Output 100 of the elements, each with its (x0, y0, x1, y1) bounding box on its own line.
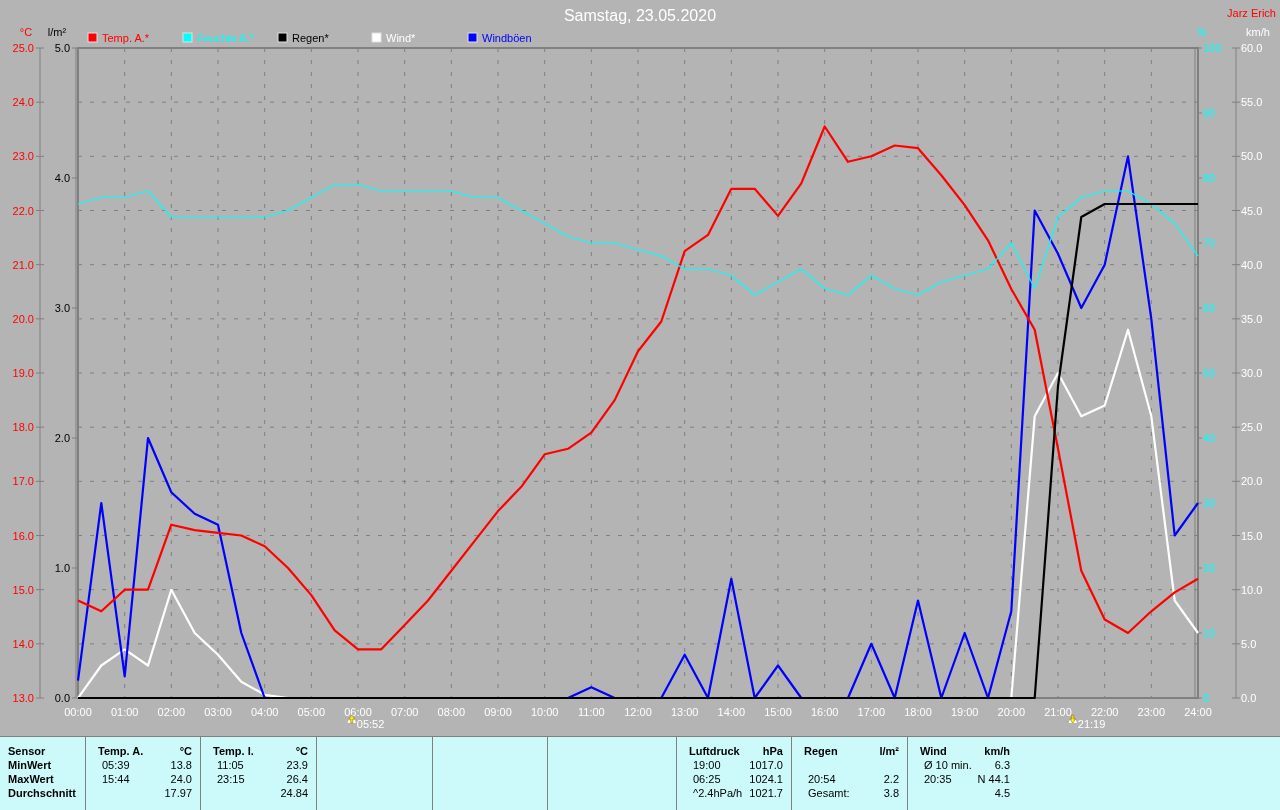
axis-tick-label: 4.0 (54, 172, 70, 184)
axis-tick-label: 25.0 (1241, 421, 1263, 434)
axis-tick-label: 50.0 (1241, 150, 1263, 163)
stat-value: 4.5 (994, 786, 1010, 800)
axis-tick-label: 40 (1203, 432, 1216, 444)
stat-time: 05:39 (101, 758, 130, 772)
x-tick-label: 05:00 (297, 706, 326, 718)
legend-label: Temp. A.* (102, 32, 150, 44)
stat-time: 15:44 (101, 772, 130, 786)
legend-label: Regen* (292, 32, 329, 44)
stat-value: 3.8 (883, 786, 899, 800)
x-tick-label: 19:00 (950, 706, 979, 718)
chart-title: Samstag, 23.05.2020 (563, 7, 717, 24)
row-label: MinWert (8, 758, 53, 772)
section-title: Temp. I. (213, 744, 254, 758)
axis-tick-label: 15.0 (1241, 529, 1263, 542)
stat-value: 24.84 (280, 786, 308, 800)
author-name: Jarz Erich (1227, 7, 1276, 19)
stat-time: 20:54 (807, 772, 836, 786)
x-tick-label: 10:00 (530, 706, 559, 718)
axis-tick-label: 20 (1203, 562, 1216, 574)
x-tick-label: 24:00 (1184, 706, 1212, 718)
section-unit: km/h (984, 744, 1010, 758)
axis-tick-label: 5.0 (54, 42, 70, 54)
stat-value: 17.97 (164, 786, 192, 800)
axis-tick-label: 17.0 (12, 475, 34, 488)
x-tick-label: 16:00 (810, 706, 839, 718)
x-tick-label: 04:00 (250, 706, 279, 718)
axis-tick-label: 55.0 (1241, 96, 1263, 109)
stat-time: ^2.4hPa/h (692, 786, 743, 800)
sunset-icon (1068, 714, 1077, 724)
x-tick-label: 20:00 (997, 706, 1026, 718)
x-tick-label: 13:00 (670, 706, 699, 718)
axis-unit: km/h (1246, 26, 1270, 38)
row-label: Sensor (8, 744, 47, 758)
x-tick-label: 23:00 (1137, 706, 1166, 718)
x-tick-label: 21:00 (1044, 706, 1072, 718)
axis-tick-label: 50 (1203, 367, 1216, 379)
axis-tick-label: 23.0 (12, 150, 34, 163)
axis-tick-label: 60.0 (1241, 42, 1263, 54)
x-tick-label: 15:00 (764, 706, 792, 718)
stat-time: Ø 10 min. (923, 758, 972, 772)
section-unit: °C (179, 744, 192, 758)
section-title: Luftdruck (689, 744, 740, 758)
axis-tick-label: 21.0 (12, 258, 34, 271)
x-tick-label: 14:00 (717, 706, 746, 718)
x-tick-label: 06:00 (344, 706, 372, 718)
stat-value: 2.2 (883, 772, 899, 786)
axis-tick-label: 10.0 (1241, 583, 1263, 596)
axis-tick-label: 60 (1203, 302, 1216, 314)
legend-label: Wind* (386, 32, 416, 44)
axis-tick-label: 5.0 (1241, 637, 1257, 650)
axis-unit: % (1197, 26, 1207, 38)
section-unit: l/m² (879, 744, 899, 758)
axis-tick-label: 22.0 (12, 204, 34, 217)
section-unit: hPa (762, 744, 783, 758)
stat-time: 19:00 (692, 758, 721, 772)
section-unit: °C (295, 744, 308, 758)
axis-tick-label: 30 (1203, 497, 1216, 509)
x-tick-label: 22:00 (1090, 706, 1119, 718)
section-title: Temp. A. (98, 744, 144, 758)
axis-tick-label: 30.0 (1241, 367, 1263, 379)
row-label: MaxWert (8, 772, 55, 786)
axis-tick-label: 80 (1203, 172, 1216, 184)
axis-tick-label: 25.0 (12, 42, 34, 54)
axis-tick-label: 35.0 (1241, 312, 1263, 325)
stat-time: 06:25 (692, 772, 721, 786)
axis-tick-label: 0 (1203, 692, 1210, 704)
x-tick-label: 08:00 (437, 706, 466, 718)
row-label: Durchschnitt (8, 786, 77, 800)
stat-value: 26.4 (286, 772, 308, 786)
sun-time-label: 21:19 (1077, 718, 1106, 730)
axis-tick-label: 15.0 (12, 583, 34, 596)
axis-unit: l/m² (47, 26, 67, 38)
stat-value: 6.3 (994, 758, 1010, 772)
sun-time-label: 05:52 (356, 718, 385, 730)
axis-tick-label: 20.0 (1241, 475, 1263, 488)
stat-time: 20:35 (923, 772, 952, 786)
axis-tick-label: 13.0 (12, 692, 34, 704)
axis-tick-label: 3.0 (54, 302, 70, 314)
sunrise-icon (347, 714, 356, 724)
axis-unit: °C (19, 26, 33, 38)
axis-tick-label: 0.0 (1241, 692, 1257, 704)
axis-tick-label: 16.0 (12, 529, 34, 542)
stat-value: 1021.7 (749, 786, 783, 800)
stat-time: 23:15 (216, 772, 245, 786)
stat-value: 1017.0 (749, 758, 783, 772)
axis-tick-label: 18.0 (12, 421, 34, 434)
axis-tick-label: 24.0 (12, 96, 34, 109)
x-tick-label: 09:00 (484, 706, 512, 718)
x-tick-label: 03:00 (204, 706, 232, 718)
x-tick-label: 00:00 (64, 706, 92, 718)
axis-tick-label: 20.0 (12, 312, 34, 325)
x-tick-label: 12:00 (624, 706, 652, 718)
axis-tick-label: 90 (1203, 107, 1216, 119)
axis-tick-label: 45.0 (1241, 204, 1263, 217)
x-tick-label: 01:00 (110, 706, 139, 718)
stat-time: 11:05 (216, 758, 244, 772)
x-tick-label: 17:00 (857, 706, 886, 718)
stat-value: N 44.1 (977, 772, 1010, 786)
